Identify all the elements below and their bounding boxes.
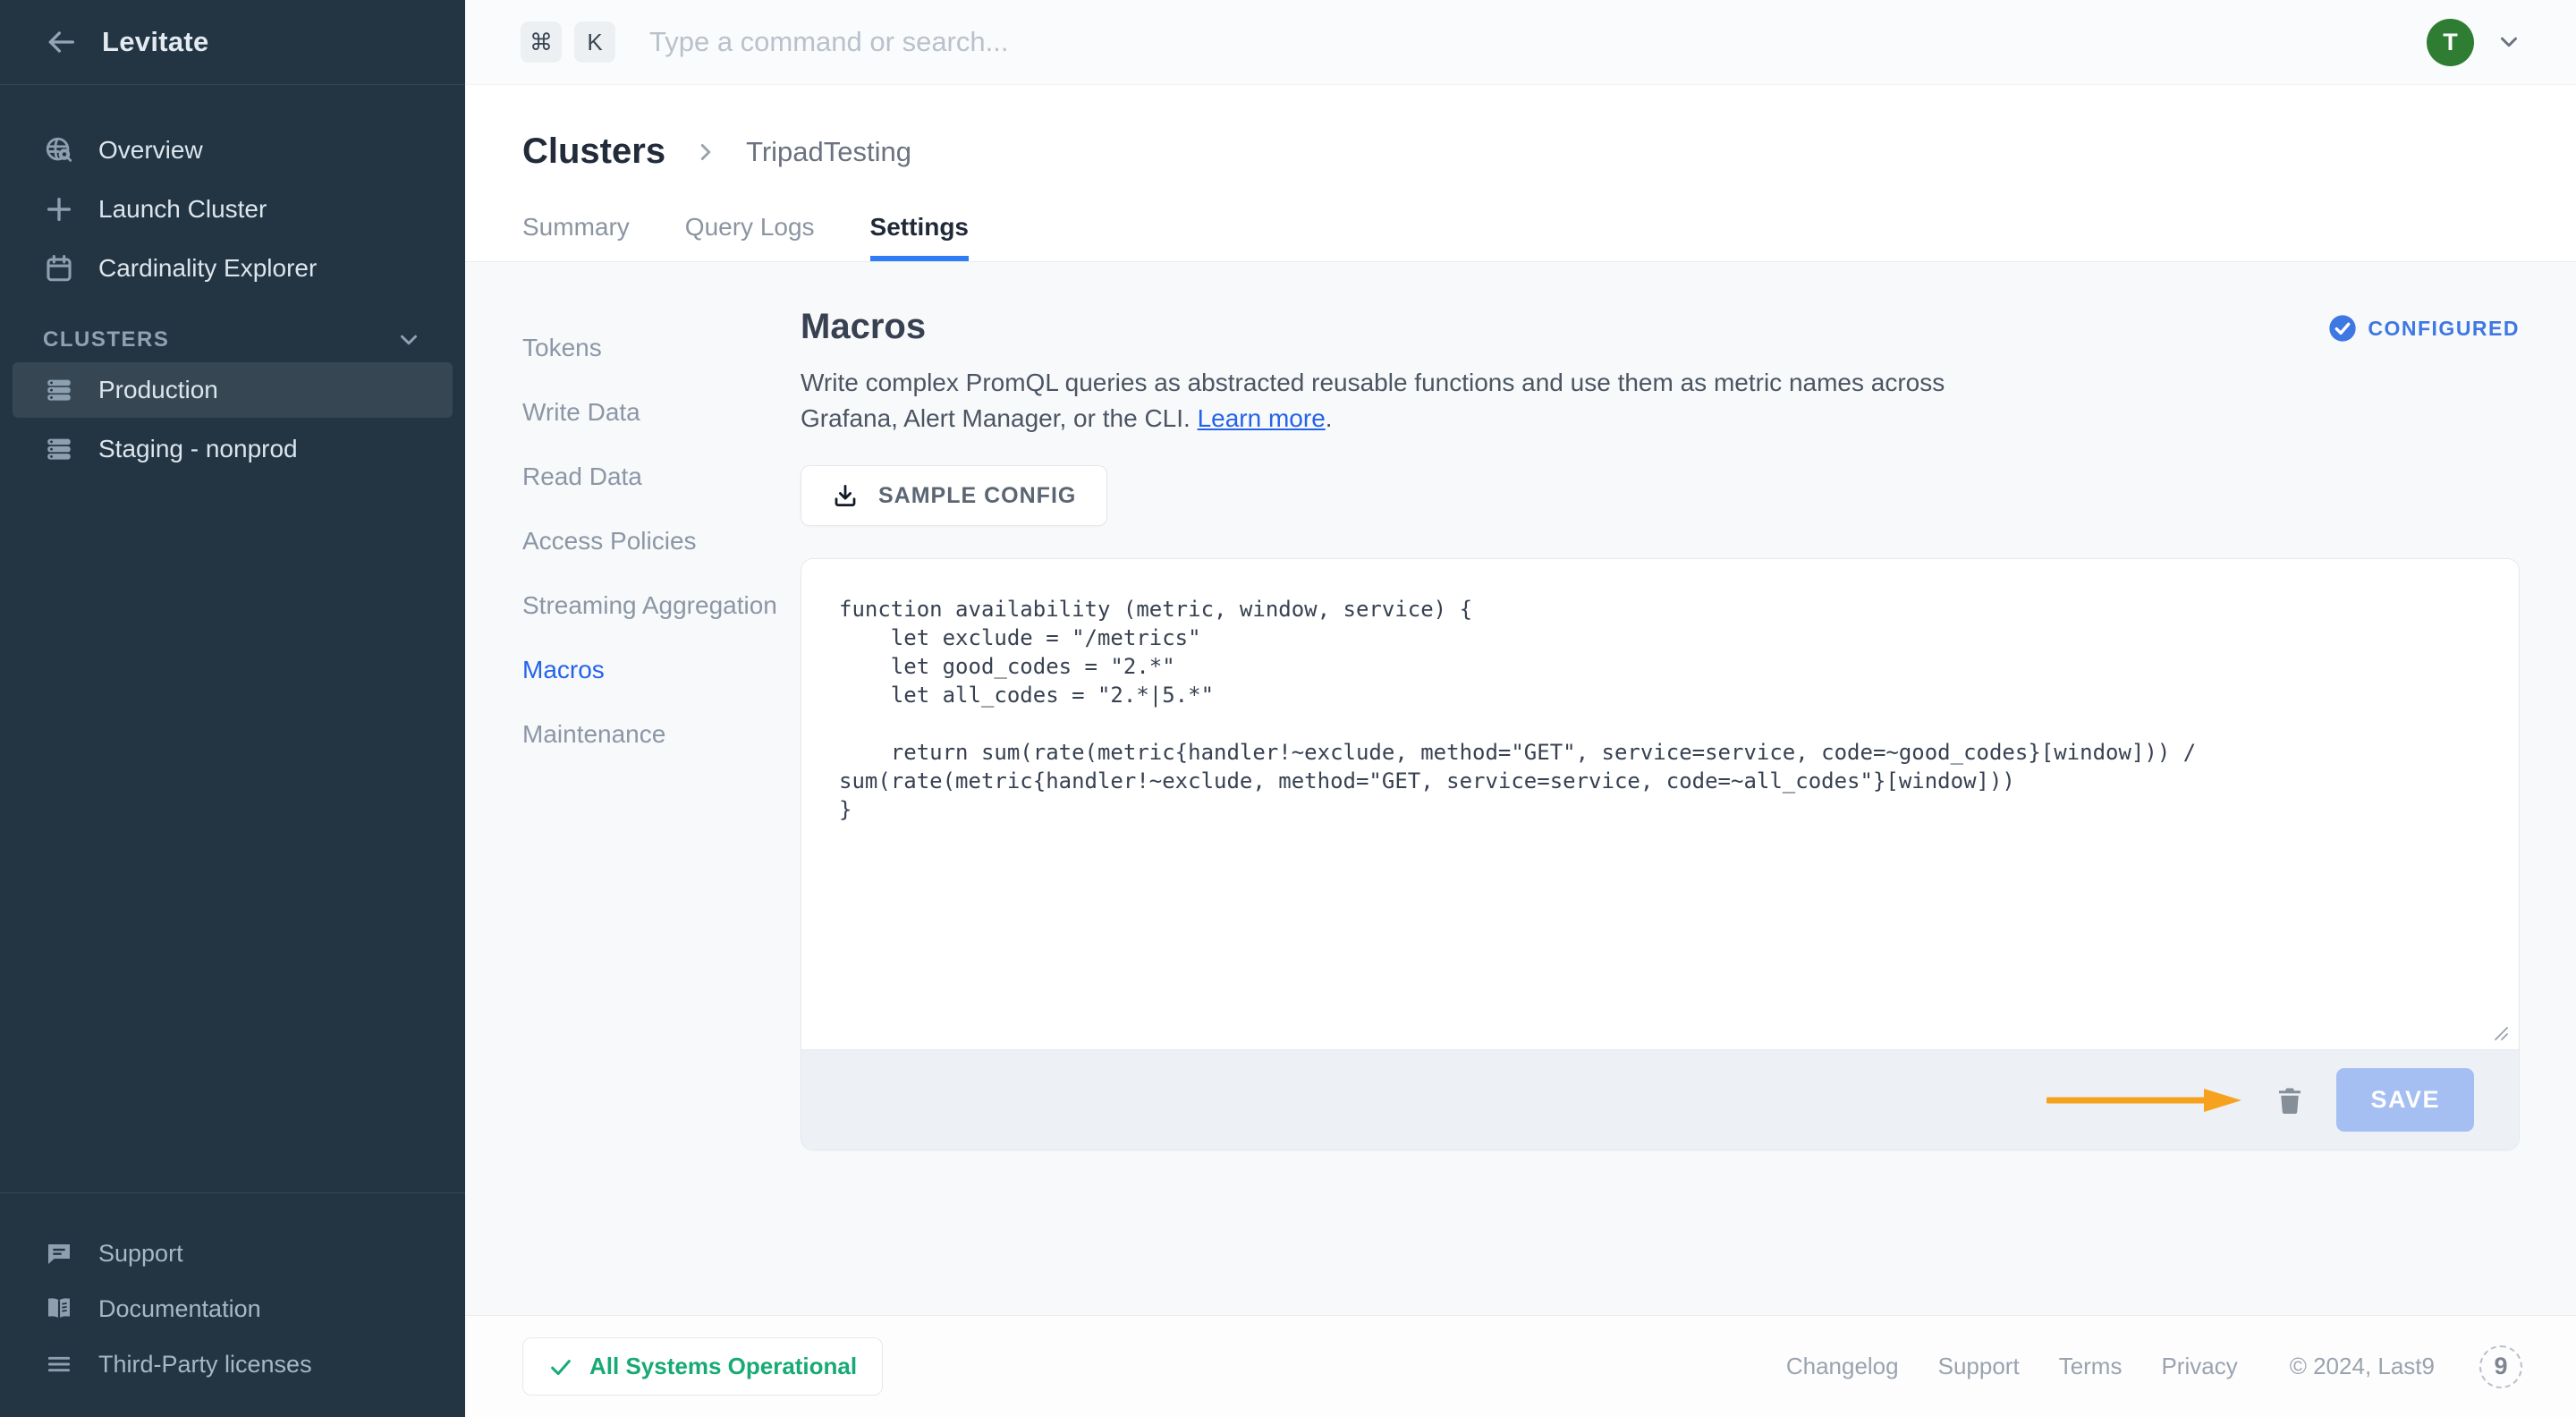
plus-icon [43, 194, 75, 225]
cmd-keycap: ⌘ [521, 21, 562, 63]
sidebar-bottom-nav: Support Documentation Third-Party licens… [0, 1192, 465, 1417]
sidebar-item-label: Overview [98, 136, 203, 164]
copyright-text: © 2024, Last9 [2289, 1353, 2435, 1379]
settings-nav-maintenance[interactable]: Maintenance [522, 702, 801, 767]
sidebar-item-label: Third-Party licenses [98, 1350, 312, 1378]
sidebar-item-label: Cardinality Explorer [98, 254, 318, 282]
breadcrumb: Clusters TripadTesting [522, 132, 2576, 172]
tab-summary[interactable]: Summary [522, 213, 630, 261]
macros-panel: Macros CONFIGURED Write complex PromQL q… [801, 262, 2576, 1315]
lines-icon [43, 1350, 75, 1379]
sidebar-item-cluster-staging[interactable]: Staging - nonprod [13, 421, 453, 477]
sidebar-item-label: Documentation [98, 1294, 261, 1322]
download-icon [832, 482, 859, 509]
check-circle-icon [2328, 314, 2357, 343]
page-header: Clusters TripadTesting Summary Query Log… [465, 85, 2576, 261]
sidebar-item-label: Launch Cluster [98, 195, 267, 223]
server-stack-icon [43, 375, 75, 405]
chat-icon [43, 1239, 75, 1268]
resize-grip-icon[interactable] [2488, 1021, 2510, 1042]
settings-nav-tokens[interactable]: Tokens [522, 316, 801, 380]
command-search-input[interactable] [649, 26, 2414, 58]
annotation-arrow [2046, 1088, 2243, 1113]
footer-link-privacy[interactable]: Privacy [2161, 1353, 2237, 1380]
system-status-badge[interactable]: All Systems Operational [522, 1337, 884, 1396]
tab-bar: Summary Query Logs Settings [522, 213, 2576, 261]
sidebar-item-label: Support [98, 1239, 183, 1267]
sidebar-item-cluster-production[interactable]: Production [13, 362, 453, 418]
brand-title: Levitate [102, 26, 209, 57]
settings-nav-write-data[interactable]: Write Data [522, 380, 801, 445]
settings-content: Tokens Write Data Read Data Access Polic… [465, 261, 2576, 1315]
macros-editor-card: function availability (metric, window, s… [801, 558, 2520, 1150]
delete-macro-button[interactable] [2274, 1084, 2306, 1116]
sample-config-label: SAMPLE CONFIG [878, 482, 1077, 508]
chevron-down-icon [395, 327, 422, 353]
chevron-right-icon [692, 139, 719, 165]
sidebar-item-launch-cluster[interactable]: Launch Cluster [13, 182, 453, 237]
description-period: . [1325, 404, 1333, 432]
tab-query-logs[interactable]: Query Logs [685, 213, 815, 261]
last9-logo: 9 [2479, 1345, 2522, 1388]
learn-more-link[interactable]: Learn more [1198, 404, 1326, 432]
macros-description: Write complex PromQL queries as abstract… [801, 365, 2026, 437]
calendar-icon [43, 253, 75, 284]
macros-code-editor[interactable]: function availability (metric, window, s… [801, 559, 2519, 1049]
sidebar-header: Levitate [0, 0, 465, 85]
sidebar-item-support[interactable]: Support [0, 1226, 465, 1281]
save-button[interactable]: SAVE [2336, 1068, 2474, 1132]
page-title: Macros [801, 307, 927, 346]
server-stack-icon [43, 434, 75, 464]
settings-nav: Tokens Write Data Read Data Access Polic… [465, 262, 801, 1315]
k-keycap: K [574, 21, 615, 63]
main-area: ⌘ K T Clusters TripadTesting Summary Que… [465, 0, 2576, 1417]
breadcrumb-clusters[interactable]: Clusters [522, 132, 665, 172]
sidebar-nav: Overview Launch Cluster Cardinality Expl… [0, 85, 465, 480]
footer-link-changelog[interactable]: Changelog [1786, 1353, 1899, 1380]
breadcrumb-current: TripadTesting [746, 135, 912, 167]
globe-search-icon [43, 135, 75, 165]
chevron-down-icon[interactable] [2496, 29, 2522, 55]
sidebar-item-third-party-licenses[interactable]: Third-Party licenses [0, 1336, 465, 1392]
sidebar-item-label: Production [98, 376, 218, 403]
configured-badge-label: CONFIGURED [2368, 316, 2520, 340]
footer-links: Changelog Support Terms Privacy © 2024, … [1786, 1345, 2522, 1388]
description-line-2: Grafana, Alert Manager, or the CLI. [801, 404, 1191, 432]
clusters-section-header[interactable]: CLUSTERS [13, 327, 453, 353]
settings-nav-macros[interactable]: Macros [522, 638, 801, 702]
editor-footer: SAVE [801, 1049, 2519, 1150]
sidebar-item-documentation[interactable]: Documentation [0, 1281, 465, 1336]
sidebar: Levitate Overview Launch Cluster Cardina… [0, 0, 465, 1417]
sample-config-button[interactable]: SAMPLE CONFIG [801, 465, 1108, 526]
system-status-label: All Systems Operational [589, 1353, 858, 1379]
sidebar-item-cardinality-explorer[interactable]: Cardinality Explorer [13, 241, 453, 296]
page-footer: All Systems Operational Changelog Suppor… [465, 1315, 2576, 1417]
sidebar-item-label: Staging - nonprod [98, 435, 298, 462]
clusters-section-label: CLUSTERS [43, 327, 170, 352]
settings-nav-streaming-aggregation[interactable]: Streaming Aggregation [522, 573, 801, 638]
avatar[interactable]: T [2427, 18, 2474, 66]
description-line-1: Write complex PromQL queries as abstract… [801, 369, 1945, 396]
settings-nav-access-policies[interactable]: Access Policies [522, 509, 801, 573]
footer-link-support[interactable]: Support [1938, 1353, 2020, 1380]
footer-link-terms[interactable]: Terms [2059, 1353, 2123, 1380]
configured-badge: CONFIGURED [2328, 314, 2520, 343]
back-arrow-icon[interactable] [43, 24, 79, 60]
tab-settings[interactable]: Settings [869, 213, 970, 261]
command-bar: ⌘ K T [465, 0, 2576, 85]
sidebar-item-overview[interactable]: Overview [13, 123, 453, 178]
book-icon [43, 1294, 75, 1323]
settings-nav-read-data[interactable]: Read Data [522, 445, 801, 509]
check-icon [548, 1354, 573, 1379]
